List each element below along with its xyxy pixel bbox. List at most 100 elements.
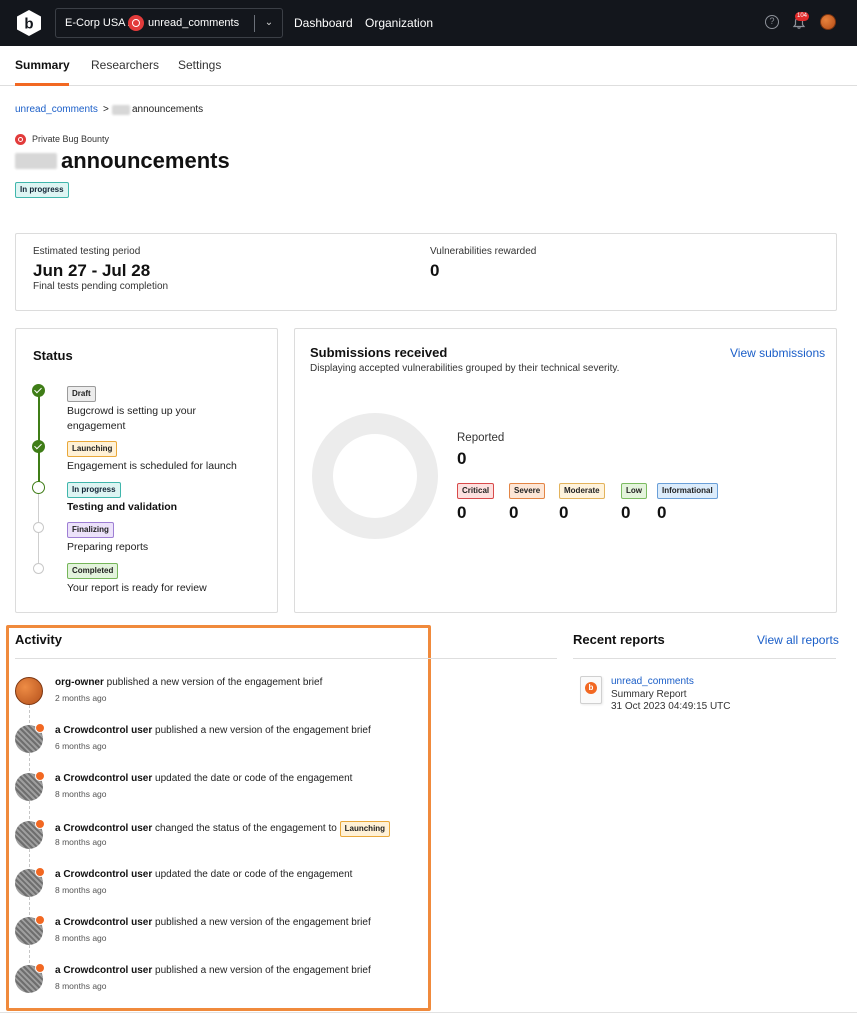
breadcrumb-current: announcements [132,104,204,115]
activity-user: a Crowdcontrol user [55,725,153,736]
redacted-title-text [15,153,57,169]
step-tag: In progress [67,482,121,498]
activity-item: a Crowdcontrol user updated the date or … [15,771,425,813]
program-name: unread_comments [148,17,240,29]
severity-severe: Severe 0 [509,483,546,523]
org-program-switcher[interactable]: E-Corp USA / unread_comments ⌄ [55,8,283,38]
status-badge: In progress [15,182,69,198]
activity-user: a Crowdcontrol user [55,917,153,928]
program-target-icon [128,15,144,31]
status-step-launching: Launching Engagement is scheduled for la… [67,441,237,474]
notification-count-badge: 104 [795,12,810,21]
avatar [15,677,43,705]
timeline-line-complete [38,390,40,488]
status-step-completed: Completed Your report is ready for revie… [67,563,237,596]
bugcrowd-logo-icon[interactable]: b [15,9,43,37]
activity-action: updated the date or code of the engageme… [155,869,353,880]
footer-divider [0,1012,857,1013]
activity-item: a Crowdcontrol user published a new vers… [15,915,425,957]
report-name-link[interactable]: unread_comments [611,676,694,687]
activity-user: a Crowdcontrol user [55,823,153,834]
nav-dashboard-link[interactable]: Dashboard [294,16,353,30]
activity-action: published a new version of the engagemen… [155,965,371,976]
step-tag: Finalizing [67,522,114,538]
step-tag: Completed [67,563,119,579]
recent-reports-title: Recent reports [573,632,665,647]
step-description: Engagement is scheduled for launch [67,460,237,472]
severity-tag: Informational [657,483,718,499]
rewarded-value: 0 [430,261,440,280]
redacted-text [112,105,130,115]
step-tag: Draft [67,386,96,402]
testing-period-note: Final tests pending completion [33,281,169,292]
activity-time: 8 months ago [55,789,107,799]
current-step-icon [32,481,45,494]
activity-action: published a new version of the engagemen… [155,725,371,736]
view-all-reports-link[interactable]: View all reports [757,633,839,647]
page-title: announcements [61,148,230,173]
report-type: Summary Report [611,689,687,700]
check-icon [32,440,45,453]
activity-item: a Crowdcontrol user published a new vers… [15,963,425,1005]
activity-text: a Crowdcontrol user updated the date or … [55,773,352,784]
severity-tag: Low [621,483,647,499]
top-navigation: b E-Corp USA / unread_comments ⌄ Dashboa… [0,0,857,46]
activity-status-tag: Launching [339,821,391,837]
chevron-down-icon[interactable]: ⌄ [261,14,277,32]
severity-count: 0 [559,503,569,522]
activity-time: 6 months ago [55,741,107,751]
step-tag: Launching [67,441,118,457]
activity-user[interactable]: org-owner [55,677,104,688]
activity-time: 8 months ago [55,885,107,895]
severity-tag: Severe [509,483,546,499]
program-tabs: Summary Researchers Settings [0,46,857,86]
activity-time: 2 months ago [55,693,107,703]
activity-time: 8 months ago [55,981,107,991]
activity-action: published a new version of the engagemen… [155,917,371,928]
view-submissions-link[interactable]: View submissions [730,346,825,360]
tab-summary[interactable]: Summary [15,58,70,72]
active-tab-indicator [15,83,69,86]
status-step-in-progress: In progress Testing and validation [67,482,237,515]
severity-donut-chart [312,413,438,539]
activity-action: changed the status of the engagement to [155,823,337,834]
breadcrumb-parent-link[interactable]: unread_comments [15,104,98,115]
breadcrumb-separator: > [103,104,109,115]
severity-tag: Critical [457,483,495,499]
reported-value: 0 [457,449,467,468]
activity-text: a Crowdcontrol user published a new vers… [55,725,371,736]
help-icon[interactable]: ? [765,15,779,29]
org-name: E-Corp USA / [65,17,132,29]
reports-divider [573,658,836,659]
activity-item: a Crowdcontrol user changed the status o… [15,819,425,861]
activity-text: org-owner published a new version of the… [55,677,322,688]
activity-item: org-owner published a new version of the… [15,677,425,717]
tab-researchers[interactable]: Researchers [91,58,159,72]
report-date: 31 Oct 2023 04:49:15 UTC [611,701,731,712]
avatar [15,867,45,897]
severity-critical: Critical 0 [457,483,495,523]
report-document-icon [580,676,602,704]
overview-card: Estimated testing period Jun 27 - Jul 28… [15,233,837,311]
crowdcontrol-badge-icon [35,867,45,877]
pending-step-icon [33,563,44,574]
activity-text: a Crowdcontrol user changed the status o… [55,821,391,837]
severity-moderate: Moderate 0 [559,483,605,523]
user-avatar[interactable] [820,14,836,30]
activity-user: a Crowdcontrol user [55,773,153,784]
nav-organization-link[interactable]: Organization [365,16,433,30]
step-description: Preparing reports [67,541,149,553]
tab-settings[interactable]: Settings [178,58,221,72]
activity-action: published a new version of the engagemen… [106,677,323,688]
testing-period-value: Jun 27 - Jul 28 [33,261,151,280]
program-type-icon [15,134,26,145]
avatar [15,723,45,753]
submissions-subtitle: Displaying accepted vulnerabilities grou… [310,363,620,374]
activity-action: updated the date or code of the engageme… [155,773,353,784]
avatar [15,819,45,849]
activity-item: a Crowdcontrol user updated the date or … [15,867,425,909]
switcher-divider [254,15,255,32]
activity-user: a Crowdcontrol user [55,869,153,880]
check-icon [32,384,45,397]
activity-user: a Crowdcontrol user [55,965,153,976]
